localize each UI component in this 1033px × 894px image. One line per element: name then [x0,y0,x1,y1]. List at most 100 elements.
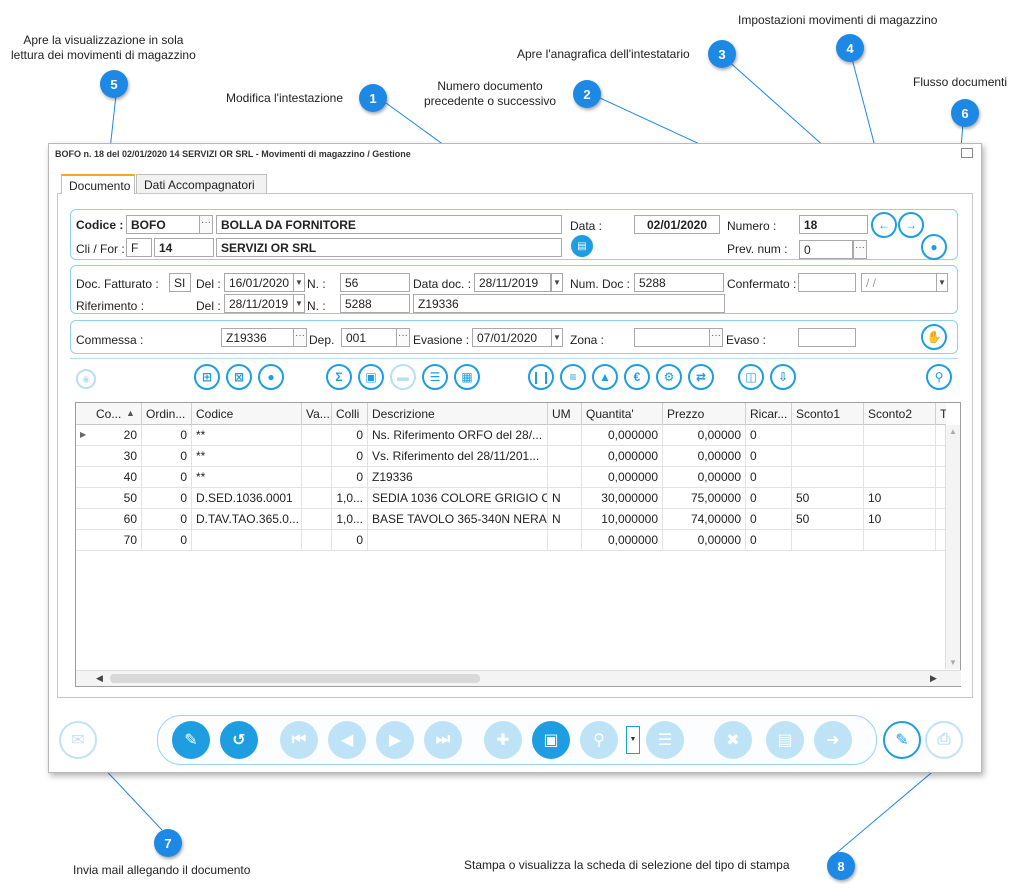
edit-document-button[interactable]: ✎ [883,721,921,759]
n1-field[interactable]: 56 [340,273,410,292]
col-header-descrizione[interactable]: Descrizione [368,403,548,425]
col-header-prezzo[interactable]: Prezzo [663,403,746,425]
table-row[interactable]: 70 0 0 0,000000 0,00000 0 [76,530,946,551]
table-cell[interactable] [192,530,302,551]
numdoc-field[interactable]: 5288 [634,273,724,292]
dep-lookup-button[interactable]: ··· [396,328,410,347]
clifor-code-field[interactable]: 14 [154,238,214,257]
print-button[interactable]: ⎙ [925,721,963,759]
delete-button[interactable]: ✖ [714,721,752,759]
warehouse-settings-button[interactable]: ✋ [921,324,947,350]
table-cell[interactable]: 0 [746,509,792,530]
table-cell[interactable]: Ns. Riferimento ORFO del 28/... [368,425,548,446]
camera-button[interactable]: ▣ [358,364,384,390]
data-field[interactable]: 02/01/2020 [634,215,720,234]
table-cell[interactable]: 0,00000 [663,467,746,488]
prevnum-lookup-button[interactable]: ··· [853,240,867,259]
table-cell[interactable]: 0,000000 [582,425,663,446]
col-header-codice[interactable]: Codice [192,403,302,425]
table-cell[interactable]: 1,0... [332,488,368,509]
hint-button[interactable]: ● [258,364,284,390]
attachments-button[interactable]: ▤ [766,721,804,759]
table-cell[interactable] [548,467,582,488]
previous-record-button[interactable]: ◀ [328,721,366,759]
table-cell[interactable]: 75,00000 [663,488,746,509]
table-cell[interactable]: ** [192,446,302,467]
numero-field[interactable]: 18 [799,215,868,234]
gears-button[interactable]: ⚙ [656,364,682,390]
col-header-t[interactable]: T [936,403,946,425]
col-header-sconto2[interactable]: Sconto2 [864,403,936,425]
totals-button[interactable]: Σ [326,364,352,390]
send-mail-button[interactable]: ✉ [59,721,97,759]
dep-field[interactable]: 001 [341,328,397,347]
del2-field[interactable]: 28/11/2019 [224,294,294,313]
table-cell[interactable]: Vs. Riferimento del 28/11/201... [368,446,548,467]
open-holder-registry-button[interactable]: ● [921,234,947,260]
del1-dropdown-button[interactable]: ▼ [293,273,305,292]
table-cell[interactable]: D.TAV.TAO.365.0... [192,509,302,530]
confermato-field[interactable] [798,273,856,292]
table-cell[interactable] [302,467,332,488]
table-cell[interactable] [864,425,936,446]
del1-field[interactable]: 16/01/2020 [224,273,294,292]
table-cell[interactable]: 0 [142,446,192,467]
grid-view-button[interactable]: ▦ [454,364,480,390]
table-cell[interactable] [302,425,332,446]
table-cell[interactable]: 0 [142,425,192,446]
table-cell[interactable]: 10 [864,488,936,509]
table-cell[interactable] [548,530,582,551]
evasione-field[interactable]: 07/01/2020 [472,328,552,347]
table-cell[interactable]: 0 [746,425,792,446]
table-cell[interactable]: 30 [92,446,142,467]
table-cell[interactable]: 0,000000 [582,467,663,488]
table-cell[interactable]: 50 [92,488,142,509]
edit-header-button[interactable]: ▤ [571,235,593,257]
table-cell[interactable]: ** [192,467,302,488]
codice-field[interactable]: BOFO [126,215,200,234]
euro-button[interactable]: € [624,364,650,390]
table-cell[interactable] [302,509,332,530]
table-cell[interactable]: 0,00000 [663,530,746,551]
table-cell[interactable]: 0,000000 [582,530,663,551]
table-cell[interactable]: 40 [92,467,142,488]
table-cell[interactable]: 0 [332,425,368,446]
table-cell[interactable]: 0,00000 [663,446,746,467]
readonly-view-button[interactable]: ◉ [76,369,96,389]
maximize-button[interactable] [961,148,973,158]
table-cell[interactable]: 0 [142,509,192,530]
table-cell[interactable]: BASE TAVOLO 365-340N NERA [368,509,548,530]
evaso-field[interactable] [798,328,856,347]
table-cell[interactable]: 0 [746,467,792,488]
horizontal-scroll-thumb[interactable] [110,674,480,683]
table-cell[interactable] [302,446,332,467]
table-cell[interactable] [792,467,864,488]
table-cell[interactable]: 0 [142,488,192,509]
table-cell[interactable]: 70 [92,530,142,551]
vertical-scrollbar[interactable]: ▲ ▼ [945,425,960,669]
transfer-button[interactable]: ⇄ [688,364,714,390]
table-cell[interactable]: 60 [92,509,142,530]
evasione-dropdown-button[interactable]: ▼ [551,328,563,347]
table-cell[interactable]: 74,00000 [663,509,746,530]
add-row-button[interactable]: ⊞ [194,364,220,390]
save-button[interactable]: ▣ [532,721,570,759]
zona-lookup-button[interactable]: ··· [709,328,723,347]
clifor-description-field[interactable]: SERVIZI OR SRL [216,238,562,257]
table-cell[interactable]: 0 [332,530,368,551]
document-flow-button[interactable]: ⚲ [926,364,952,390]
table-cell[interactable] [792,446,864,467]
list-button[interactable]: ☰ [422,364,448,390]
table-cell[interactable]: N [548,488,582,509]
table-row[interactable]: 60 0 D.TAV.TAO.365.0... 1,0... BASE TAVOLO 3… [76,509,946,530]
table-cell[interactable]: 0 [142,530,192,551]
import-button[interactable]: ⇩ [770,364,796,390]
table-cell[interactable]: SEDIA 1036 COLORE GRIGIO C... [368,488,548,509]
table-cell[interactable] [302,530,332,551]
table-cell[interactable]: 0 [746,530,792,551]
table-row[interactable]: 30 0 ** 0 Vs. Riferimento del 28/11/201... 0,… [76,446,946,467]
col-header-um[interactable]: UM [548,403,582,425]
table-cell[interactable]: ** [192,425,302,446]
table-cell[interactable]: 0,000000 [582,446,663,467]
table-cell[interactable] [864,530,936,551]
